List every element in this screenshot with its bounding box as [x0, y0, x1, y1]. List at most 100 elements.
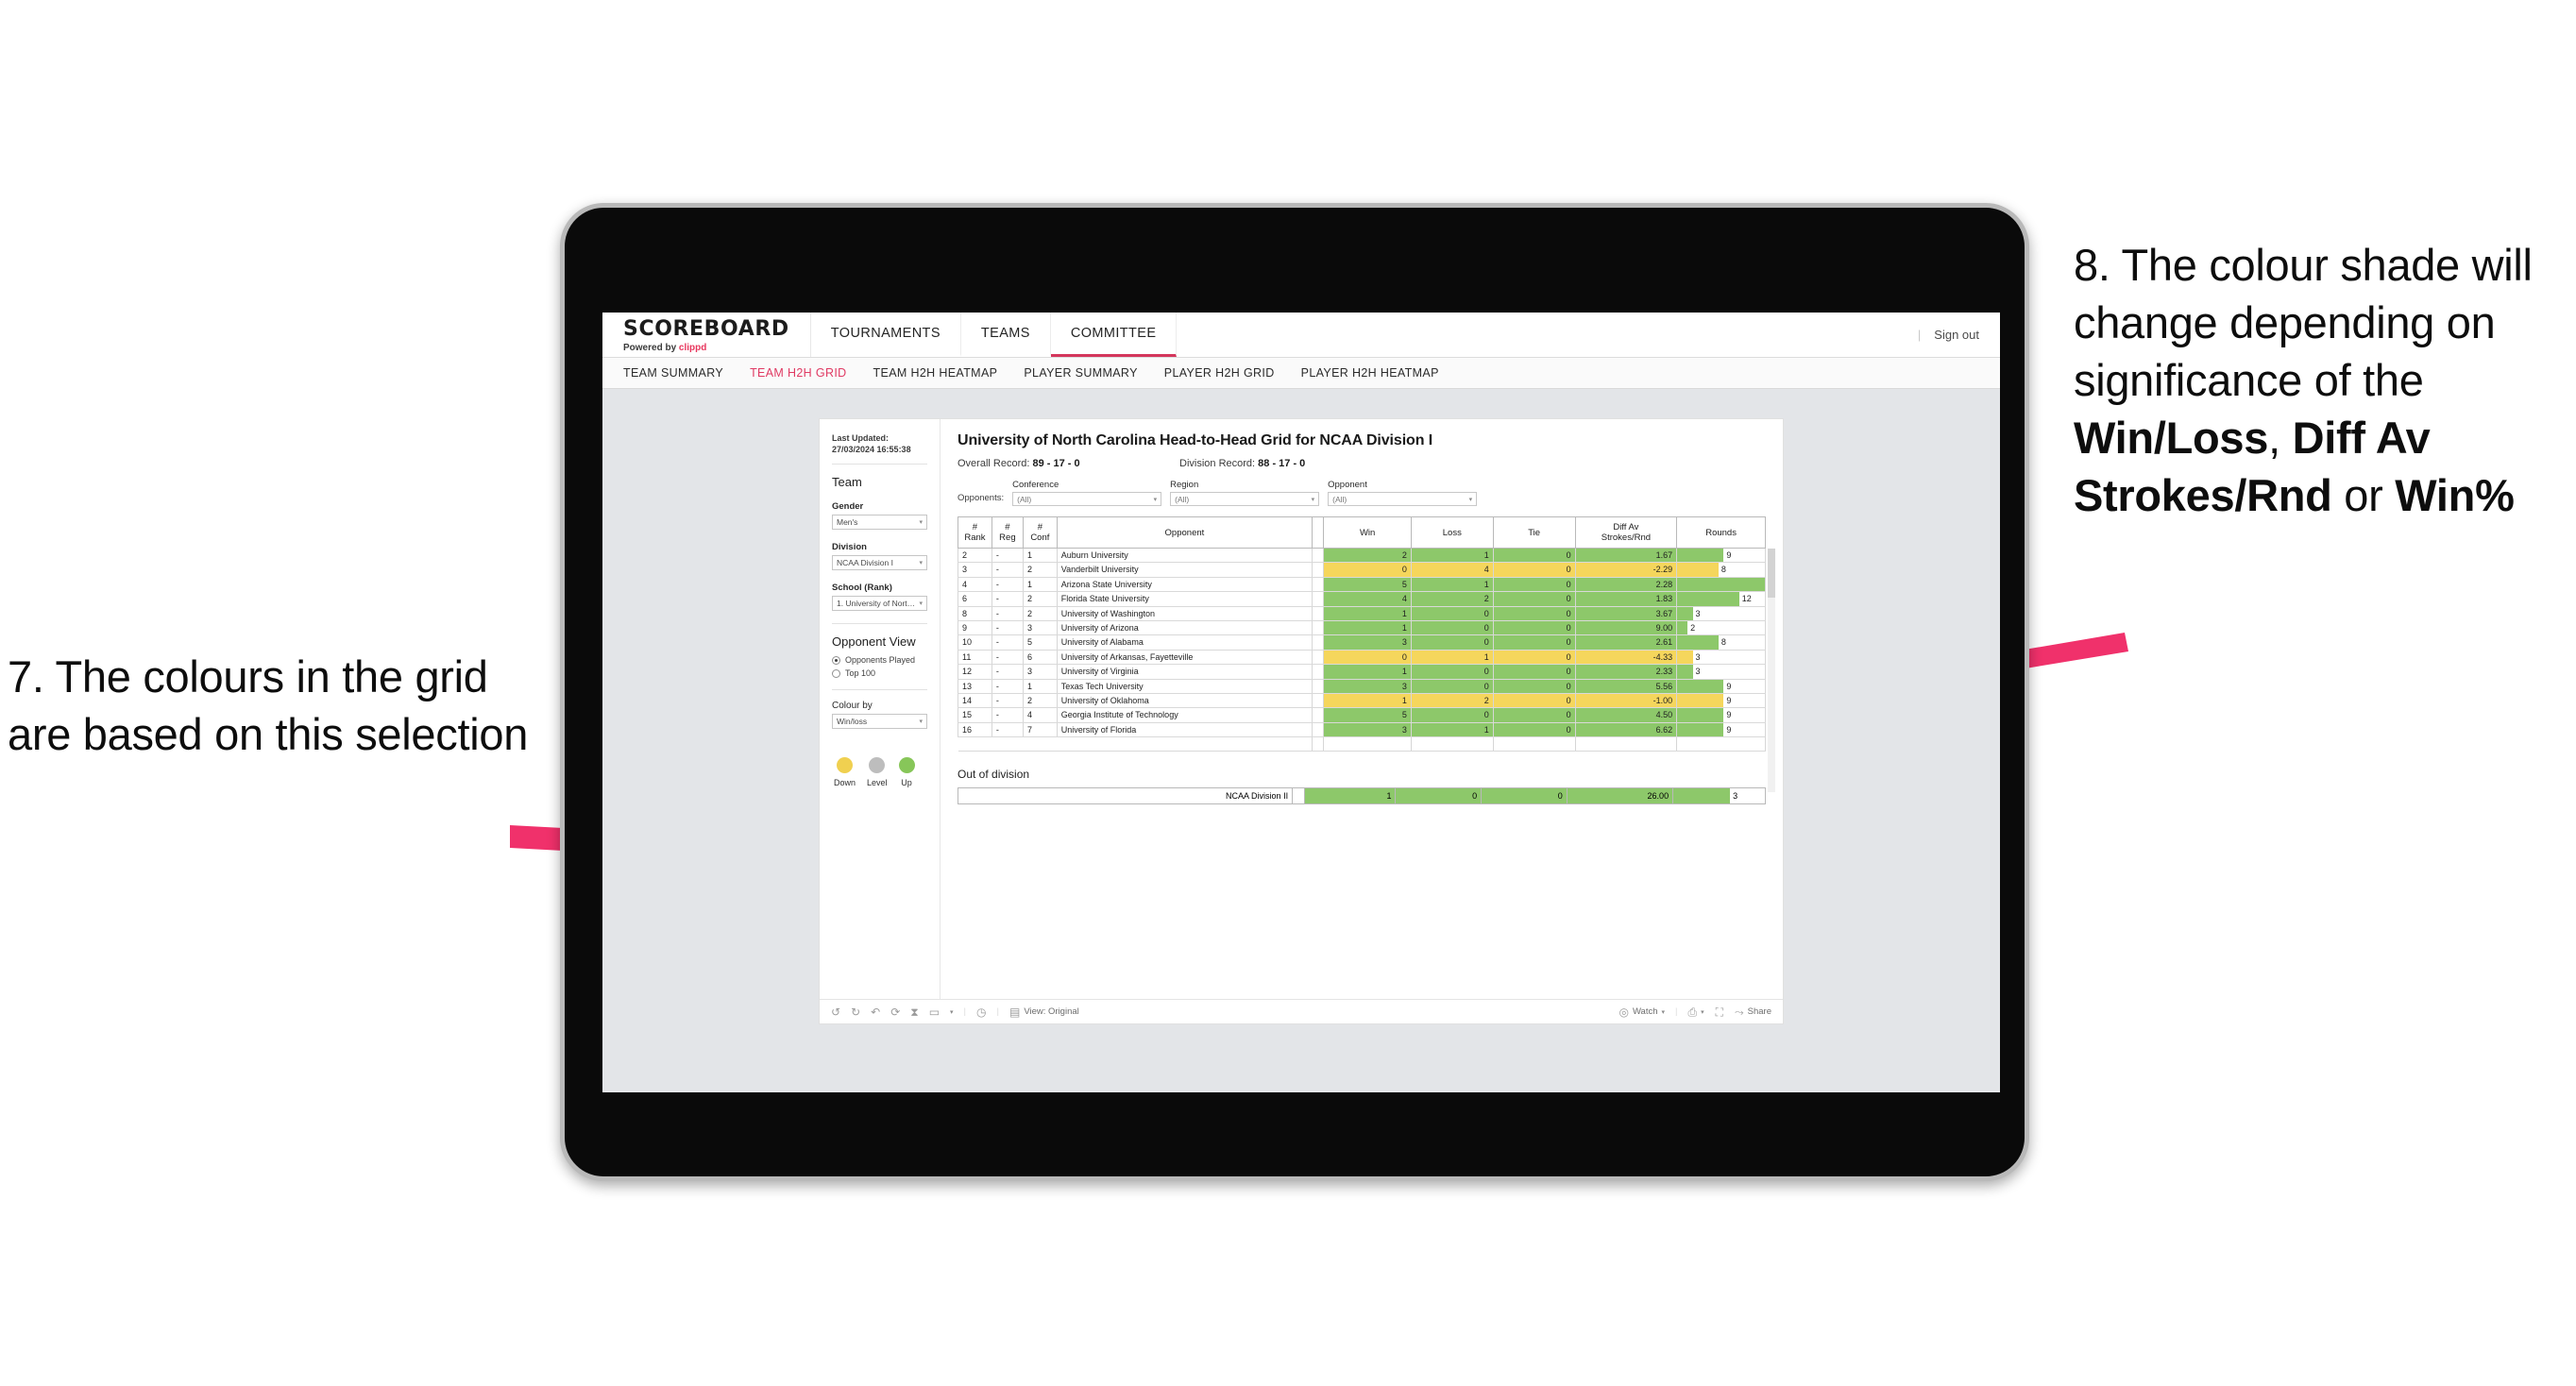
- radio-top-100[interactable]: Top 100: [832, 668, 927, 678]
- clock-icon[interactable]: ◷: [976, 1006, 986, 1018]
- viz-toolbar: ↺ ↻ ↶ ⟳ ⧗ ▭ ▾ | ◷ | ▤ View: Original ◎ W…: [820, 999, 1783, 1023]
- filter-region-caption: Region: [1170, 480, 1199, 490]
- table-row[interactable]: 16-7 University of Florida 3 1 0 6.62 9: [958, 722, 1766, 738]
- cell-loss: 0: [1410, 606, 1494, 622]
- refresh-icon[interactable]: ⟳: [890, 1006, 900, 1018]
- rounds-value: 8: [1720, 637, 1726, 648]
- overall-record-label: Overall Record:: [958, 458, 1030, 469]
- filter-conference-caption: Conference: [1012, 480, 1059, 490]
- header-reg-l2: Reg: [999, 532, 1016, 543]
- table-scrollbar-thumb[interactable]: [1768, 549, 1775, 598]
- table-scrollbar[interactable]: [1768, 549, 1775, 792]
- table-row[interactable]: 10-5 University of Alabama 3 0 0 2.61 8: [958, 634, 1766, 651]
- cell-reg: -: [991, 634, 1024, 651]
- filter-opponent-select[interactable]: (All) ▾: [1328, 492, 1478, 506]
- redo-icon[interactable]: ↻: [851, 1006, 860, 1018]
- empty-diff: [1574, 736, 1678, 752]
- undo-icon[interactable]: ↺: [831, 1006, 840, 1018]
- annotation-right: 8. The colour shade will change dependin…: [2074, 236, 2574, 524]
- cell-gap: [1312, 693, 1325, 709]
- table-row[interactable]: 9-3 University of Arizona 1 0 0 9.00 2: [958, 620, 1766, 636]
- fullscreen-icon[interactable]: ⛶: [1716, 1006, 1723, 1018]
- cell-loss: 1: [1410, 722, 1494, 738]
- cell-reg: -: [991, 722, 1024, 738]
- subnav-item-team-h2h-grid[interactable]: TEAM H2H GRID: [750, 366, 846, 380]
- header-conf-l1: #: [1037, 522, 1042, 532]
- ood-rounds-value: 3: [1733, 790, 1738, 801]
- header-conf: # Conf: [1022, 516, 1058, 549]
- cell-rounds: 12: [1676, 591, 1766, 607]
- chevron-down-icon[interactable]: ▾: [950, 1008, 954, 1016]
- empty-left: [958, 736, 1313, 752]
- annotation-right-line1: 8. The colour shade will change dependin…: [2074, 240, 2533, 406]
- colour-by-select[interactable]: Win/loss ▾: [832, 714, 927, 730]
- subnav-item-team-h2h-heatmap[interactable]: TEAM H2H HEATMAP: [873, 366, 998, 380]
- table-row[interactable]: 13-1 Texas Tech University 3 0 0 5.56 9: [958, 679, 1766, 695]
- table-empty-space: [958, 736, 1766, 752]
- ood-win: 1: [1304, 786, 1397, 804]
- rounds-bar: [1677, 577, 1765, 591]
- cell-opponent: Vanderbilt University: [1056, 562, 1313, 578]
- toolbar-divider: |: [963, 1006, 967, 1017]
- cell-conf: 7: [1022, 722, 1058, 738]
- table-row[interactable]: 4-1Arizona State University5102.2817: [958, 577, 1766, 593]
- table-row[interactable]: 14-2 University of Oklahoma 1 2 0 -1.00 9: [958, 693, 1766, 709]
- revert-icon[interactable]: ↶: [871, 1006, 880, 1018]
- rounds-bar: [1677, 606, 1693, 620]
- subnav-item-player-h2h-heatmap[interactable]: PLAYER H2H HEATMAP: [1301, 366, 1439, 380]
- division-select[interactable]: NCAA Division I ▾: [832, 555, 927, 571]
- nav-item-tournaments[interactable]: TOURNAMENTS: [811, 313, 961, 357]
- radio-opponents-played[interactable]: Opponents Played: [832, 655, 927, 665]
- cell-win: 1: [1323, 606, 1412, 622]
- subnav-item-player-h2h-grid[interactable]: PLAYER H2H GRID: [1164, 366, 1275, 380]
- last-updated-value: 27/03/2024 16:55:38: [832, 445, 911, 455]
- divider: [832, 464, 927, 465]
- filter-region-select[interactable]: (All) ▾: [1170, 492, 1320, 506]
- nav-item-committee[interactable]: COMMITTEE: [1050, 313, 1178, 357]
- table-row[interactable]: 15-4 Georgia Institute of Technology 5 0 0 4.…: [958, 707, 1766, 723]
- cell-rounds: 3: [1676, 664, 1766, 680]
- sign-out-link[interactable]: Sign out: [1934, 328, 1979, 342]
- chevron-down-icon: ▾: [919, 519, 923, 527]
- cell-conf: 5: [1022, 634, 1058, 651]
- opponents-label: Opponents:: [958, 493, 1005, 503]
- cell-loss: 1: [1410, 650, 1494, 666]
- table-row[interactable]: 2-1 Auburn University 2 1 0 1.67 9: [958, 548, 1766, 564]
- gender-select[interactable]: Men's ▾: [832, 515, 927, 531]
- cell-reg: -: [991, 562, 1024, 578]
- subnav-item-team-summary[interactable]: TEAM SUMMARY: [623, 366, 723, 380]
- view-original-button[interactable]: ▤ View: Original: [1009, 1006, 1079, 1018]
- school-select[interactable]: 1. University of Nort… ▾: [832, 596, 927, 612]
- rounds-bar: [1677, 722, 1724, 736]
- table-row[interactable]: 11-6 University of Arkansas, Fayetteville…: [958, 650, 1766, 666]
- table-row[interactable]: 3-2 Vanderbilt University 0 4 0 -2.29 8: [958, 562, 1766, 578]
- page-root: 7. The colours in the grid are based on …: [0, 0, 2576, 1386]
- download-button[interactable]: ⎙ ▾: [1688, 1006, 1704, 1018]
- rounds-value: 9: [1726, 696, 1732, 706]
- table-row[interactable]: 6-2 Florida State University 4 2 0 1.83 12: [958, 591, 1766, 607]
- cell-opponent: University of Arkansas, Fayetteville: [1056, 650, 1313, 666]
- cell-rounds: 17: [1676, 577, 1766, 593]
- cell-conf: 2: [1022, 606, 1058, 622]
- filter-region-value: (All): [1175, 494, 1190, 504]
- filter-conference-select[interactable]: (All) ▾: [1012, 492, 1162, 506]
- nav-item-teams[interactable]: TEAMS: [961, 313, 1051, 357]
- cell-rounds: 8: [1676, 634, 1766, 651]
- radio-label: Opponents Played: [845, 655, 916, 666]
- legend-label-down: Down: [834, 778, 856, 788]
- pause-icon[interactable]: ⧗: [910, 1006, 918, 1018]
- cell-win: 5: [1323, 707, 1412, 723]
- table-row[interactable]: 8-2 University of Washington 1 0 0 3.67 3: [958, 606, 1766, 622]
- rounds-bar: [1677, 694, 1724, 707]
- subnav-item-player-summary[interactable]: PLAYER SUMMARY: [1024, 366, 1137, 380]
- watch-button[interactable]: ◎ Watch ▾: [1618, 1006, 1665, 1018]
- top-bar-right: | Sign out: [1918, 313, 2000, 357]
- table-row[interactable]: 12-3 University of Virginia 1 0 0 2.33 3: [958, 664, 1766, 680]
- cell-opponent: Texas Tech University: [1056, 679, 1313, 695]
- h2h-grid-body: 2-1 Auburn University 2 1 0 1.67 9 3-2 Vanderbil…: [958, 548, 1766, 752]
- dashboard-panel: Last Updated: 27/03/2024 16:55:38 Team G…: [820, 419, 1783, 1023]
- rounds-value: 9: [1726, 710, 1732, 720]
- cell-gap: [1312, 548, 1325, 564]
- highlight-icon[interactable]: ▭: [929, 1006, 940, 1018]
- share-button[interactable]: ⤳ Share: [1735, 1006, 1771, 1018]
